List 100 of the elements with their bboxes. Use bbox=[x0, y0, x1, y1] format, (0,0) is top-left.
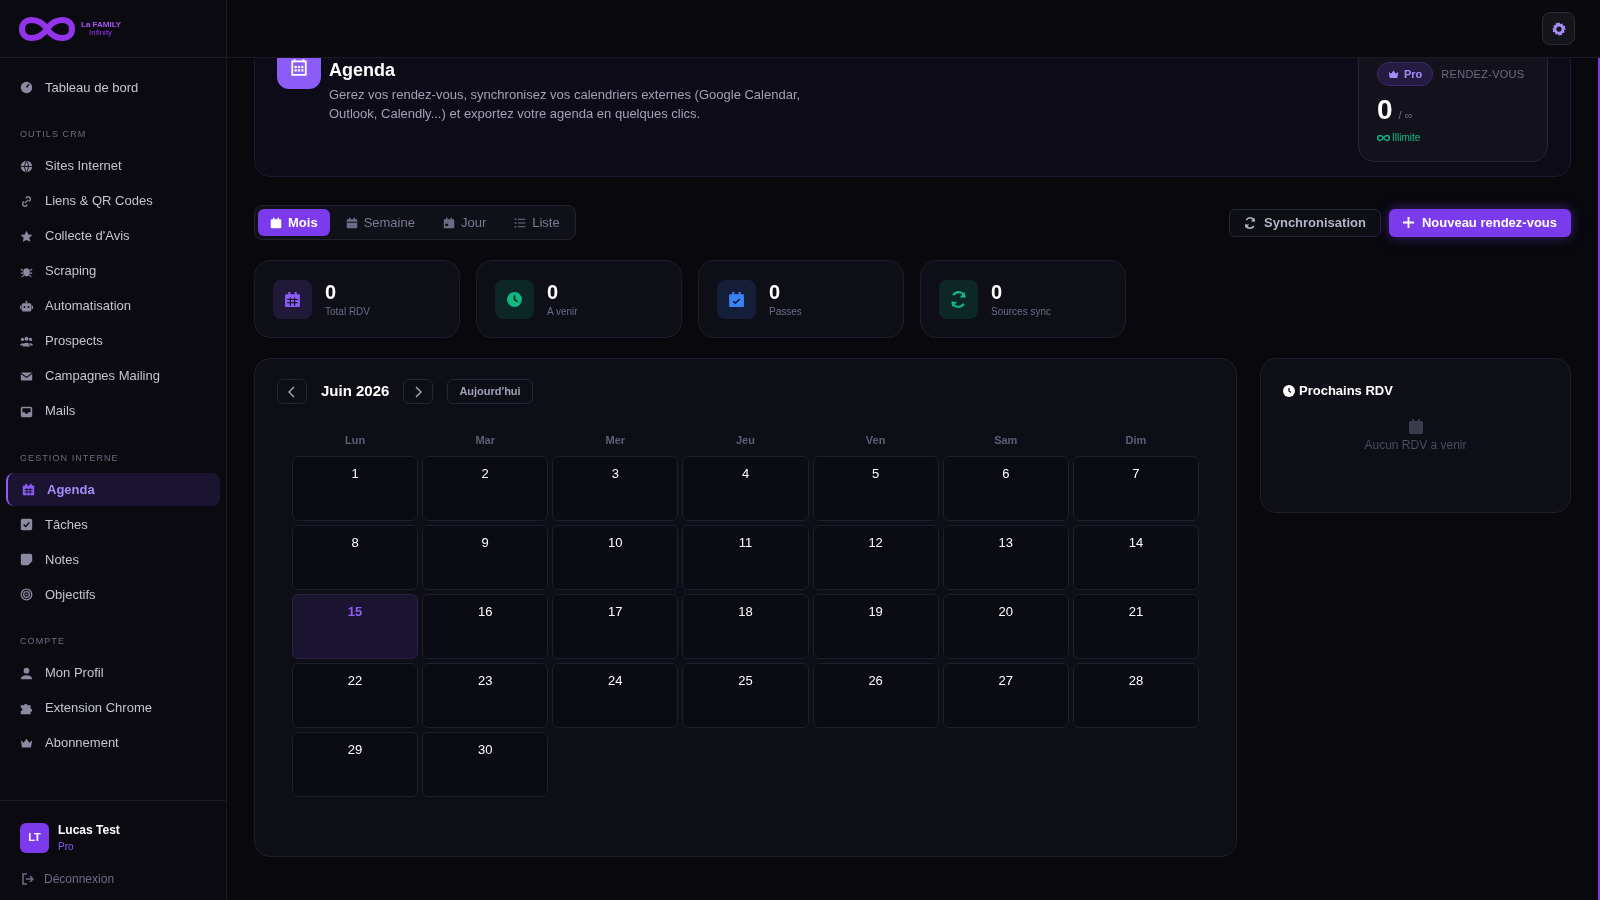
previous-month-button[interactable] bbox=[277, 379, 307, 404]
sidebar-item[interactable]: Mails bbox=[6, 394, 220, 428]
day-cell[interactable]: 21 bbox=[1072, 594, 1199, 659]
quota-value: 0 bbox=[1377, 93, 1393, 127]
infinity-icon bbox=[1377, 133, 1390, 142]
view-tab[interactable]: Jour bbox=[430, 209, 499, 236]
section-heading: OUTILS CRM bbox=[19, 128, 88, 141]
day-cell[interactable]: 2 bbox=[422, 456, 549, 521]
today-button[interactable]: Aujourd'hui bbox=[447, 379, 533, 404]
user-avatar: LT bbox=[20, 822, 49, 853]
day-cell[interactable]: 3 bbox=[552, 456, 679, 521]
day-cell[interactable]: 17 bbox=[552, 594, 679, 659]
brand-name: La FAMILY bbox=[81, 20, 122, 29]
star-icon bbox=[20, 229, 33, 243]
stat-label: A venir bbox=[547, 304, 578, 319]
month-title: Juin 2026 bbox=[321, 381, 390, 402]
globe-icon bbox=[20, 159, 33, 173]
sidebar-item[interactable]: Scraping bbox=[6, 254, 220, 288]
day-cell[interactable]: 19 bbox=[812, 594, 939, 659]
sidebar-item[interactable]: Sites Internet bbox=[6, 149, 220, 183]
day-cell[interactable]: 29 bbox=[292, 732, 419, 797]
target-icon bbox=[20, 588, 33, 601]
day-cell[interactable]: 6 bbox=[942, 456, 1069, 521]
calendar-icon bbox=[290, 58, 308, 76]
sidebar-item[interactable]: Notes bbox=[6, 543, 220, 576]
crown-icon bbox=[20, 736, 33, 750]
next-month-button[interactable] bbox=[403, 379, 434, 404]
view-tab[interactable]: Liste bbox=[502, 209, 572, 236]
day-cell[interactable]: 26 bbox=[812, 663, 939, 728]
new-appointment-button[interactable]: Nouveau rendez-vous bbox=[1388, 208, 1571, 237]
panel-title: Prochains RDV bbox=[1299, 382, 1393, 400]
logout-button[interactable]: Déconnexion bbox=[20, 870, 115, 888]
list-icon bbox=[514, 216, 527, 229]
user-plan: Pro bbox=[58, 840, 75, 854]
day-cell[interactable]: 28 bbox=[1072, 663, 1199, 728]
empty-message: Aucun RDV a venir bbox=[1364, 436, 1467, 454]
day-cell[interactable]: 12 bbox=[812, 525, 939, 590]
section-heading: COMPTE bbox=[19, 635, 66, 648]
sidebar-item[interactable]: Mon Profil bbox=[6, 656, 220, 690]
calendar-icon bbox=[442, 216, 455, 229]
day-cell[interactable]: 22 bbox=[292, 663, 419, 728]
stat-value: 0 bbox=[769, 279, 782, 304]
user-name: Lucas Test bbox=[58, 822, 120, 839]
sidebar-item[interactable]: Automatisation bbox=[6, 289, 220, 323]
day-cell[interactable]: 27 bbox=[942, 663, 1069, 728]
stat-value: 0 bbox=[325, 279, 338, 304]
calendar-icon bbox=[345, 216, 358, 229]
weekday-label: Mer bbox=[605, 433, 626, 448]
sidebar-item[interactable]: Liens & QR Codes bbox=[6, 184, 220, 218]
quota-limit: / ∞ bbox=[1398, 108, 1413, 123]
page-description: Gerez vos rendez-vous, synchronisez vos calendriers externes (Google Calendar, Outlook, Calendly...) et exportez votre agenda en quelques clics. bbox=[329, 86, 802, 123]
day-cell[interactable]: 13 bbox=[942, 525, 1069, 590]
sidebar-item[interactable]: Tableau de bord bbox=[6, 71, 220, 104]
sidebar-item[interactable]: Agenda bbox=[6, 473, 220, 506]
quota-note: Illimite bbox=[1392, 131, 1421, 145]
sidebar-item[interactable]: Campagnes Mailing bbox=[6, 359, 220, 393]
settings-icon bbox=[1551, 21, 1566, 36]
weekday-label: Ven bbox=[865, 433, 886, 448]
sync-button[interactable]: Synchronisation bbox=[1229, 208, 1381, 237]
stat-value: 0 bbox=[991, 279, 1004, 304]
day-cell[interactable]: 9 bbox=[422, 525, 549, 590]
day-cell[interactable]: 23 bbox=[422, 663, 549, 728]
clock-icon bbox=[1283, 384, 1295, 397]
day-cell[interactable]: 14 bbox=[1072, 525, 1199, 590]
envelope-icon bbox=[20, 369, 33, 383]
day-cell[interactable]: 20 bbox=[942, 594, 1069, 659]
day-cell[interactable]: 10 bbox=[552, 525, 679, 590]
day-cell[interactable]: 25 bbox=[682, 663, 809, 728]
day-cell[interactable]: 16 bbox=[422, 594, 549, 659]
weekday-label: Mar bbox=[475, 433, 495, 448]
sidebar-item[interactable]: Abonnement bbox=[6, 726, 220, 760]
day-cell[interactable]: 7 bbox=[1072, 456, 1199, 521]
inbox-icon bbox=[20, 404, 33, 418]
calendar-icon bbox=[270, 216, 282, 229]
day-cell[interactable]: 15 bbox=[292, 594, 419, 659]
chevron-left-icon bbox=[288, 385, 296, 398]
sidebar-item[interactable]: Prospects bbox=[6, 324, 220, 358]
stat-label: Sources sync bbox=[991, 304, 1052, 319]
weekday-label: Jeu bbox=[736, 433, 755, 448]
view-tab[interactable]: Semaine bbox=[333, 209, 427, 236]
day-cell[interactable]: 18 bbox=[682, 594, 809, 659]
view-tab[interactable]: Mois bbox=[258, 209, 330, 236]
sidebar-item[interactable]: Collecte d'Avis bbox=[6, 219, 220, 253]
checkbox-icon bbox=[20, 518, 33, 531]
plan-badge: Pro bbox=[1377, 62, 1434, 86]
refresh-icon bbox=[1244, 216, 1257, 229]
day-cell[interactable]: 5 bbox=[812, 456, 939, 521]
sidebar-item[interactable]: Objectifs bbox=[6, 578, 220, 611]
day-cell[interactable]: 8 bbox=[292, 525, 419, 590]
day-cell[interactable]: 4 bbox=[682, 456, 809, 521]
day-cell[interactable]: 1 bbox=[292, 456, 419, 521]
user-icon bbox=[20, 666, 33, 680]
logout-icon bbox=[22, 873, 34, 885]
day-cell[interactable]: 11 bbox=[682, 525, 809, 590]
day-cell[interactable]: 30 bbox=[422, 732, 549, 797]
weekday-label: Lun bbox=[345, 433, 366, 448]
sidebar-item[interactable]: Extension Chrome bbox=[6, 691, 220, 725]
sidebar-item[interactable]: Tâches bbox=[6, 508, 220, 541]
settings-button[interactable] bbox=[1542, 12, 1575, 45]
day-cell[interactable]: 24 bbox=[552, 663, 679, 728]
